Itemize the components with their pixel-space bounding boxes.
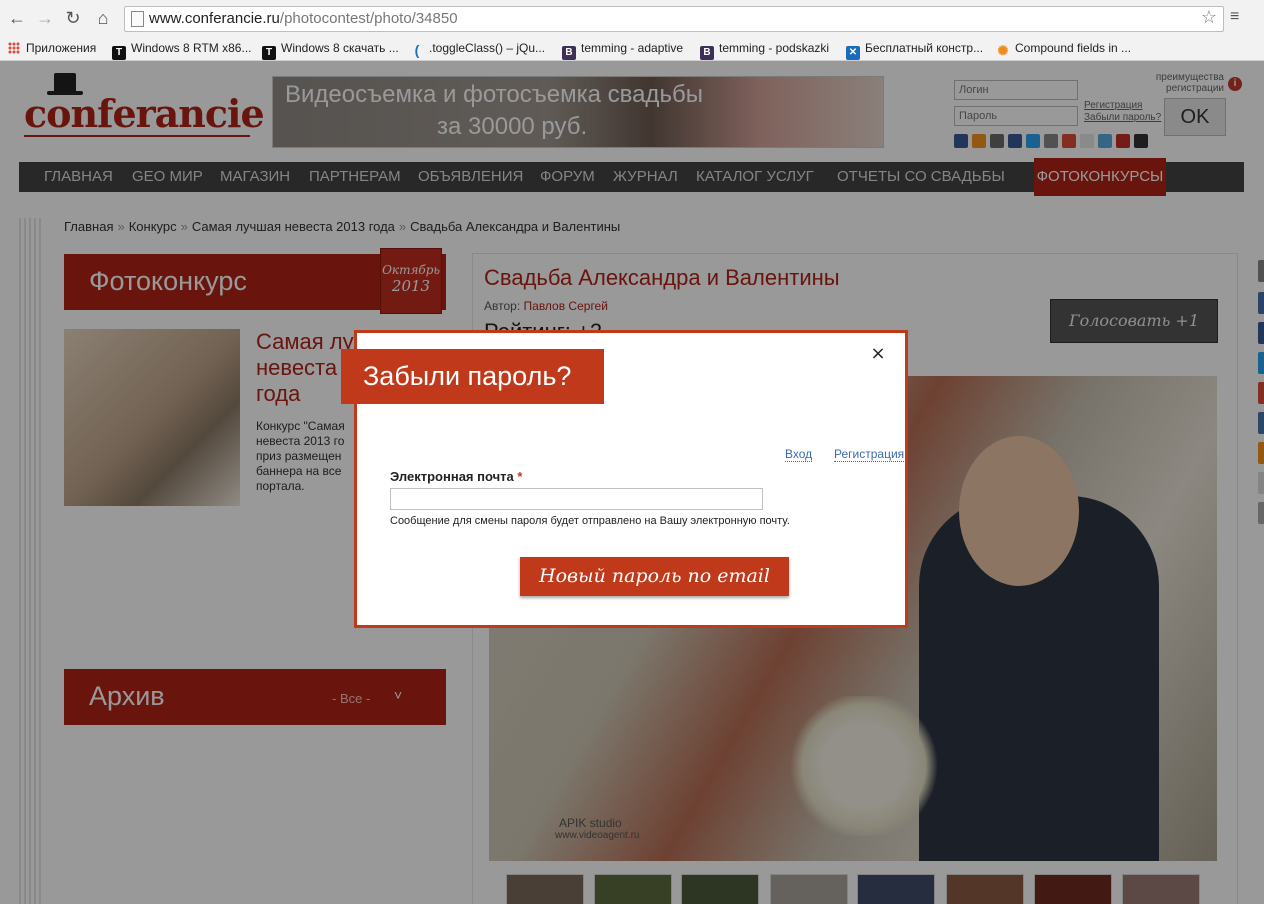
bookmarks-bar: Приложения T Windows 8 RTM x86... T Window… [0,36,1264,61]
bookmark-label: Приложения [26,41,97,55]
apps-grid-icon [8,42,20,54]
chrome-menu-icon[interactable]: ≡ [1230,7,1244,27]
back-arrow-icon[interactable]: ← [6,7,28,29]
email-field[interactable] [390,488,763,510]
x-icon: ✕ [846,46,860,60]
url-host: www.conferancie.ru [149,10,280,27]
bookmark-apps[interactable]: Приложения [8,39,96,57]
bookmark-label: temming - podskazki [719,41,830,55]
email-label: Электронная почта * [390,469,522,484]
required-mark: * [517,469,523,484]
b-icon: B [562,46,576,60]
url-path: /photocontest/photo/34850 [279,10,458,27]
tortuga-icon: T [112,46,126,60]
bookmark-item[interactable]: ✕ Бесплатный констр... [846,39,984,60]
login-link[interactable]: Вход [785,447,813,462]
bookmark-label: Бесплатный констр... [865,41,984,55]
bookmark-item[interactable]: Btemming - adaptive [562,39,684,60]
sun-icon: ✺ [997,43,1009,58]
email-label-text: Электронная почта [390,469,514,484]
browser-toolbar: ← → ↻ ⌂ www.conferancie.ru/photocontest/… [0,0,1264,37]
reset-password-button[interactable]: Новый пароль по email [520,557,789,596]
bookmark-item[interactable]: ( .toggleClass() – jQu... [410,39,545,57]
bookmark-label: temming - adaptive [581,41,684,55]
jquery-icon: ( [414,42,420,58]
reload-icon[interactable]: ↻ [62,7,84,29]
bookmark-label: Compound fields in ... [1015,41,1132,55]
address-text: www.conferancie.ru/photocontest/photo/34… [149,10,458,27]
tortuga-icon: T [262,46,276,60]
dialog-title: Забыли пароль? [341,349,604,404]
home-icon[interactable]: ⌂ [92,7,114,29]
bookmark-label: Windows 8 скачать ... [281,41,399,55]
bookmark-star-icon[interactable]: ☆ [1201,7,1217,28]
bookmark-label: Windows 8 RTM x86... [131,41,252,55]
close-icon[interactable]: × [870,345,886,363]
bookmark-item[interactable]: T Windows 8 RTM x86... [112,39,252,60]
bookmark-item[interactable]: Btemming - podskazki [700,39,830,60]
forward-arrow-icon[interactable]: → [34,7,56,29]
page-icon [131,11,144,27]
bookmark-item[interactable]: ✺ Compound fields in ... [996,39,1132,58]
b-icon: B [700,46,714,60]
register-link[interactable]: Регистрация [834,447,905,462]
address-bar[interactable]: www.conferancie.ru/photocontest/photo/34… [124,6,1224,32]
email-help-text: Сообщение для смены пароля будет отправл… [390,515,790,527]
bookmark-label: .toggleClass() – jQu... [429,41,546,55]
bookmark-item[interactable]: T Windows 8 скачать ... [262,39,399,60]
